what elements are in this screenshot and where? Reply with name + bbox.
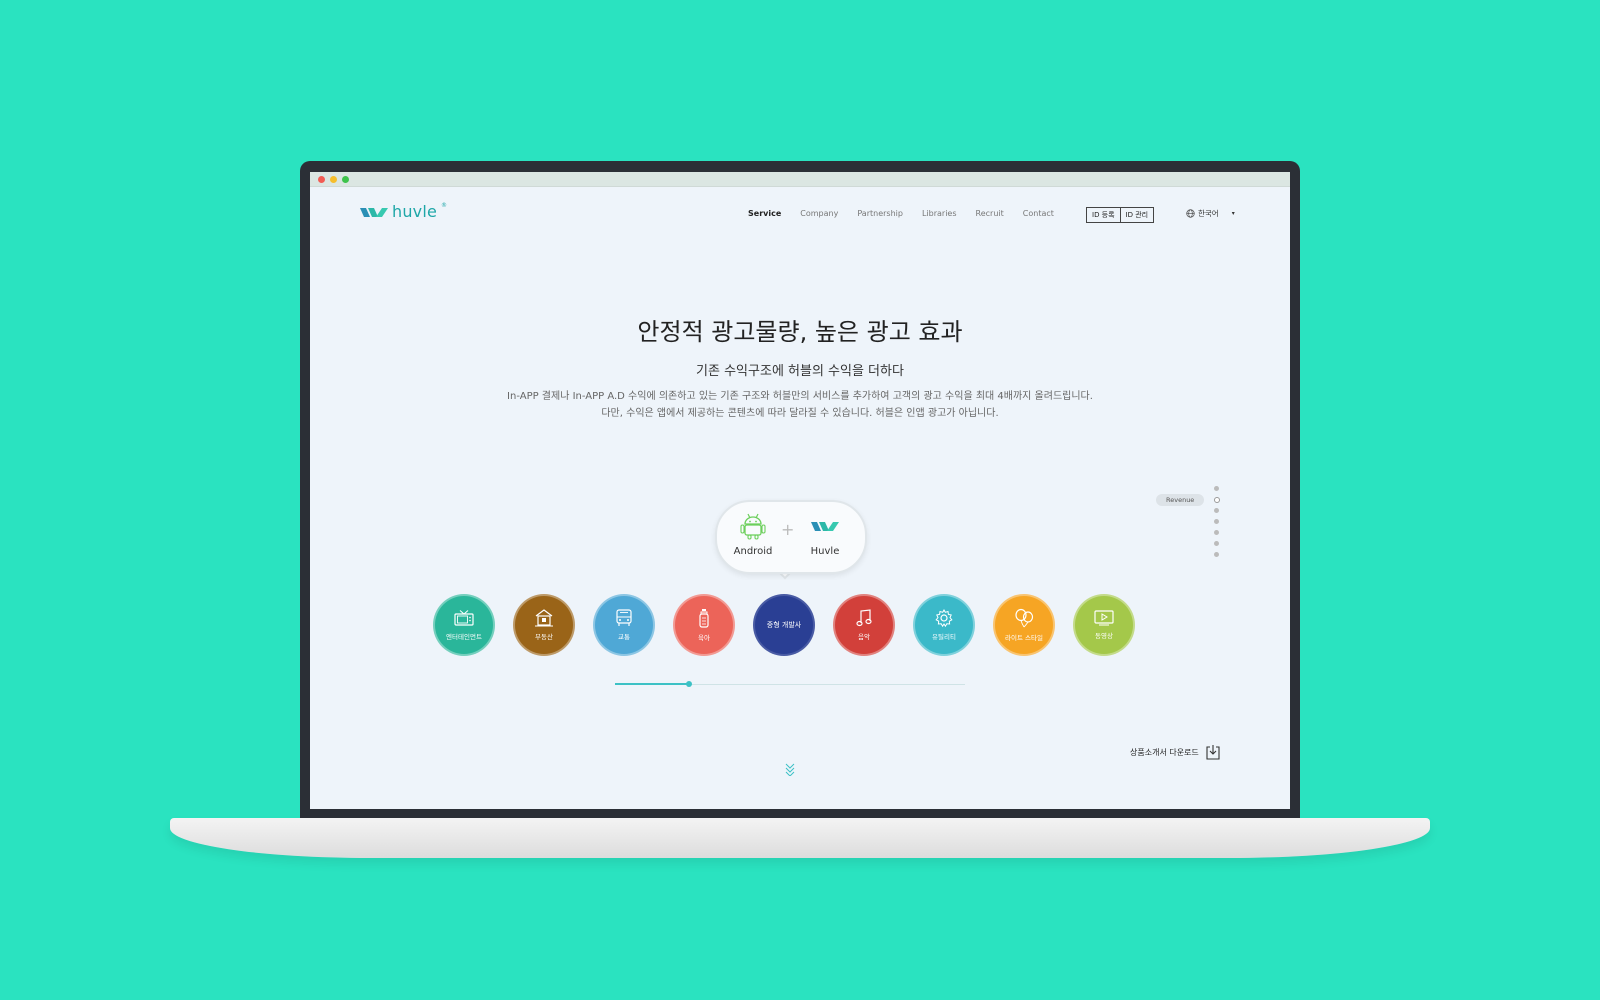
gear-icon <box>935 609 953 627</box>
laptop-base <box>170 818 1430 858</box>
language-selector[interactable]: 한국어 ▾ <box>1186 208 1235 219</box>
plus-icon: + <box>781 520 795 539</box>
download-label: 상품소개서 다운로드 <box>1130 747 1199 757</box>
category-label: 교통 <box>618 633 630 641</box>
music-icon <box>856 609 872 627</box>
browser-titlebar <box>310 172 1290 187</box>
category-label: 음악 <box>858 633 870 641</box>
bus-icon <box>616 609 632 626</box>
caret-down-icon: ▾ <box>1231 210 1235 217</box>
minimize-window-button[interactable] <box>330 176 337 183</box>
android-label: Android <box>733 546 773 557</box>
globe-icon <box>1186 209 1195 218</box>
category-label: 라이트 스타일 <box>1005 634 1043 642</box>
tv-icon <box>454 609 474 626</box>
section-dot[interactable] <box>1214 552 1219 557</box>
nav-item-recruit[interactable]: Recruit <box>976 209 1004 218</box>
category-slider-handle[interactable] <box>686 681 692 687</box>
video-icon <box>1094 610 1114 626</box>
side-nav-active-label: Revenue <box>1156 494 1205 506</box>
id-register-button[interactable]: ID 등록 <box>1087 208 1120 222</box>
close-window-button[interactable] <box>318 176 325 183</box>
nav-item-libraries[interactable]: Libraries <box>922 209 957 218</box>
category-label: 부동산 <box>535 633 553 641</box>
category-transport[interactable]: 교통 <box>593 594 655 656</box>
id-manage-button[interactable]: ID 관리 <box>1119 208 1154 222</box>
category-video[interactable]: 동영상 <box>1073 594 1135 656</box>
hero-description-line-2: 다만, 수익은 앱에서 제공하는 콘텐츠에 따라 달라질 수 있습니다. 허블은… <box>601 408 999 419</box>
hero-title: 안정적 광고물량, 높은 광고 효과 <box>637 318 963 346</box>
nav-item-company[interactable]: Company <box>800 209 838 218</box>
nav-item-contact[interactable]: Contact <box>1023 209 1054 218</box>
section-dot[interactable] <box>1214 541 1219 546</box>
section-dot[interactable] <box>1214 519 1219 524</box>
category-utility[interactable]: 유틸리티 <box>913 594 975 656</box>
category-slider-fill <box>615 683 690 685</box>
id-button-group: ID 등록 ID 관리 <box>1086 207 1155 223</box>
category-entertainment[interactable]: 엔터테인먼트 <box>433 594 495 656</box>
category-label: 유틸리티 <box>932 633 956 641</box>
logo-wordmark: huvle <box>392 202 438 221</box>
baby-bottle-icon <box>699 609 709 628</box>
section-dot-nav <box>1210 486 1240 566</box>
category-label: 육아 <box>698 634 710 642</box>
category-label: 동영상 <box>1095 632 1113 640</box>
house-icon <box>535 609 553 627</box>
category-real-estate[interactable]: 부동산 <box>513 594 575 656</box>
logo-registered-mark: ® <box>441 202 448 209</box>
balloon-icon <box>1015 608 1034 628</box>
download-icon <box>1206 745 1220 760</box>
huvle-label: Huvle <box>810 546 840 557</box>
hero-subtitle: 기존 수익구조에 허블의 수익을 더하다 <box>696 364 904 379</box>
hero-description-line-1: In-APP 결제나 In-APP A.D 수익에 의존하고 있는 기존 구조와… <box>507 391 1093 402</box>
category-label: 중형 개발사 <box>766 621 802 629</box>
section-dot[interactable] <box>1214 508 1219 513</box>
android-icon <box>740 513 766 540</box>
hero-description: In-APP 결제나 In-APP A.D 수익에 의존하고 있는 기존 구조와… <box>310 388 1290 422</box>
browser-window: huvle ® Service Company Partnership Libr… <box>310 172 1290 809</box>
huvle-item: Huvle <box>795 512 855 557</box>
section-dot-active[interactable] <box>1214 497 1220 503</box>
section-dot[interactable] <box>1214 486 1219 491</box>
huvle-icon <box>811 522 839 531</box>
nav-item-service[interactable]: Service <box>748 209 781 218</box>
category-label: 엔터테인먼트 <box>446 632 482 641</box>
main-nav: Service Company Partnership Libraries Re… <box>748 209 1054 218</box>
android-item: Android <box>723 512 783 557</box>
huvle-logo-icon <box>360 207 388 217</box>
maximize-window-button[interactable] <box>342 176 349 183</box>
section-dot[interactable] <box>1214 530 1219 535</box>
nav-item-partnership[interactable]: Partnership <box>857 209 903 218</box>
android-plus-huvle-bubble: Android + Huvle <box>715 500 867 574</box>
category-music[interactable]: 음악 <box>833 594 895 656</box>
scroll-down-chevron-icon[interactable] <box>784 762 796 776</box>
brand-logo[interactable]: huvle ® <box>360 202 447 221</box>
language-label: 한국어 <box>1198 209 1219 218</box>
category-mid-developer[interactable]: 중형 개발사 <box>753 594 815 656</box>
category-parenting[interactable]: 육아 <box>673 594 735 656</box>
category-lifestyle[interactable]: 라이트 스타일 <box>993 594 1055 656</box>
brochure-download-button[interactable]: 상품소개서 다운로드 <box>1130 744 1221 760</box>
